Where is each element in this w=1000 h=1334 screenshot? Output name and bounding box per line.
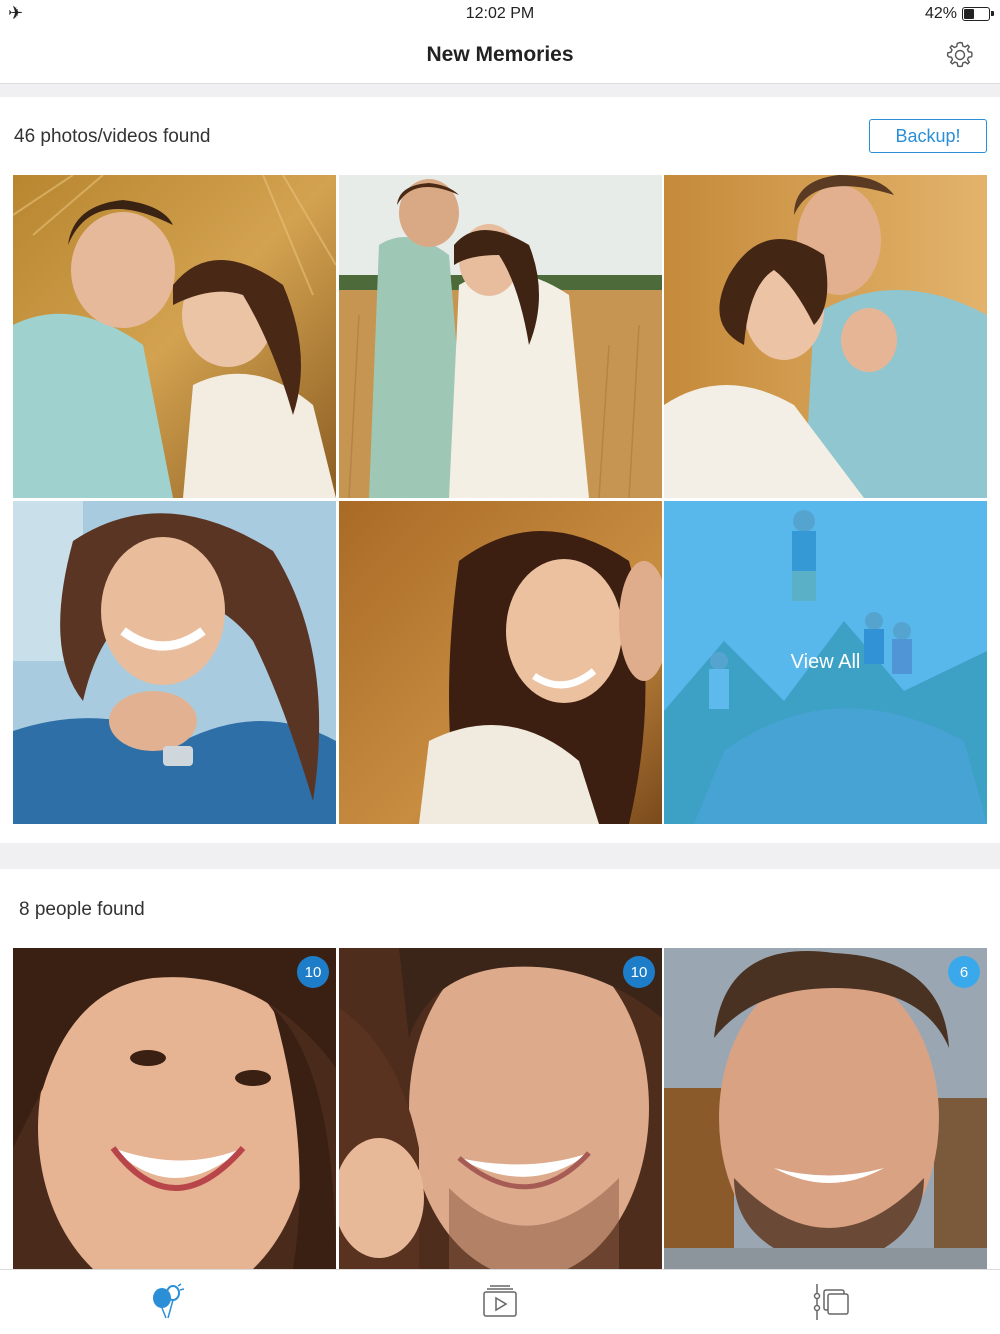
photo-tile[interactable] (339, 175, 662, 498)
photo-woman-smiling-golden-field (339, 501, 662, 824)
navigation-bar: New Memories (0, 28, 1000, 84)
gear-icon (946, 41, 973, 68)
portrait-smiling-man (664, 948, 987, 1269)
video-play-icon (483, 1285, 517, 1317)
photo-tile[interactable] (13, 175, 336, 498)
portrait-smiling-woman (13, 948, 336, 1269)
photo-tile[interactable] (664, 175, 987, 498)
tab-memories[interactable] (148, 1282, 188, 1322)
photo-count-badge: 10 (297, 956, 329, 988)
status-bar: ✈ 12:02 PM 42% (0, 0, 1000, 28)
photo-count-badge: 10 (623, 956, 655, 988)
portrait-smiling-man-with-woman (339, 948, 662, 1269)
photo-tile[interactable] (339, 501, 662, 824)
settings-button[interactable] (944, 39, 976, 71)
view-all-label: View All (790, 651, 861, 673)
balloons-icon (153, 1283, 185, 1319)
photos-found-label: 46 photos/videos found (14, 126, 211, 147)
photo-woman-smiling-by-sea (13, 501, 336, 824)
status-time: 12:02 PM (465, 5, 535, 22)
person-tile[interactable]: 10 (13, 948, 336, 1269)
photo-tile[interactable] (13, 501, 336, 824)
view-all-overlay: View All (664, 501, 987, 824)
tab-timeline[interactable] (812, 1282, 852, 1322)
photo-count-badge: 6 (948, 956, 980, 988)
battery-percent: 42% (924, 5, 957, 22)
people-found-label: 8 people found (19, 899, 145, 920)
page-title: New Memories (426, 43, 574, 66)
battery-icon (962, 7, 994, 21)
photo-couple-embracing-closeup (664, 175, 987, 498)
memories-section: 46 photos/videos found Backup! View All (0, 97, 1000, 843)
person-tile[interactable]: 6 (664, 948, 987, 1269)
photo-couple-standing-in-field (339, 175, 662, 498)
people-section: 8 people found 10 10 6 (0, 869, 1000, 1269)
person-tile[interactable]: 10 (339, 948, 662, 1269)
tab-bar (0, 1269, 1000, 1334)
tab-videos[interactable] (480, 1282, 520, 1322)
photo-couple-lying-in-wheat (13, 175, 336, 498)
gallery-timeline-icon (813, 1284, 849, 1320)
backup-button[interactable]: Backup! (869, 119, 987, 153)
view-all-tile[interactable]: View All (664, 501, 987, 824)
